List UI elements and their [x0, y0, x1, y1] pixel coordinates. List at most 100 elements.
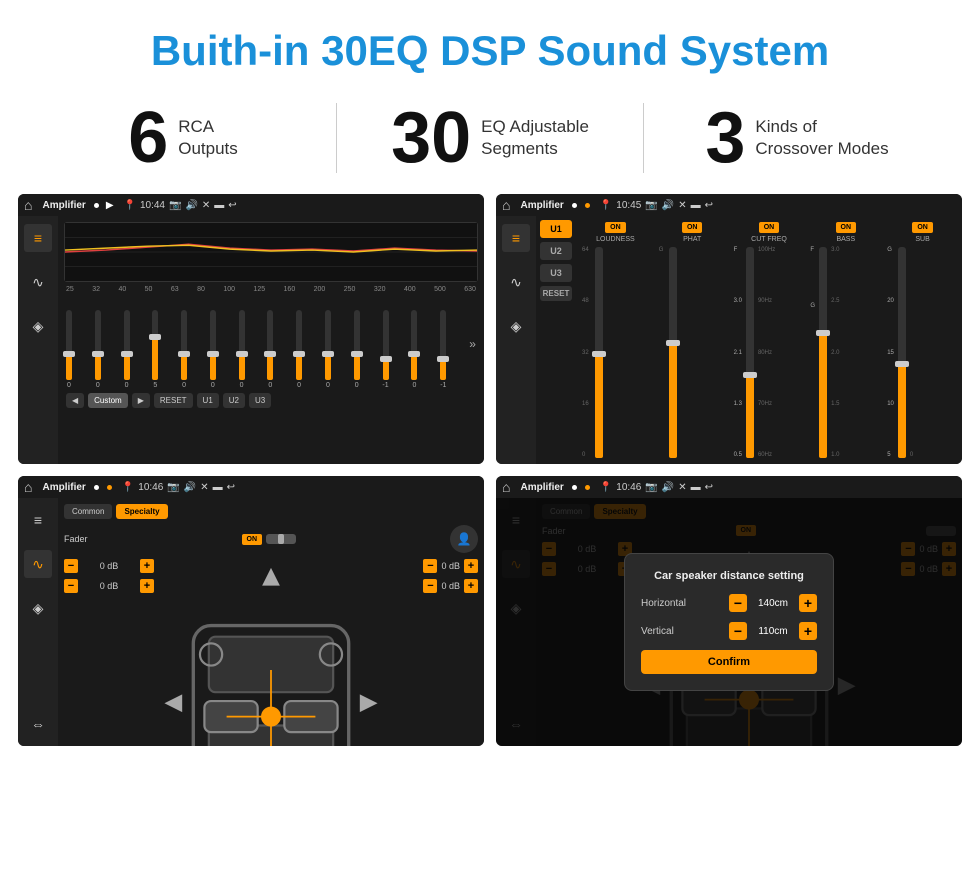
slider-thumb-9[interactable] — [322, 351, 334, 357]
eq-slider-8[interactable]: 0 — [296, 310, 302, 389]
fader-car-diagram — [160, 559, 382, 746]
eq-slider-10[interactable]: 0 — [354, 310, 360, 389]
plus-fr[interactable]: + — [464, 559, 478, 573]
cutfreq-thumb[interactable] — [743, 372, 757, 378]
bass-slider[interactable] — [819, 247, 827, 458]
xover-sidebar-speaker[interactable]: ◈ — [502, 312, 530, 340]
preset-u1[interactable]: U1 — [540, 220, 572, 238]
eq-slider-2[interactable]: 0 — [124, 310, 130, 389]
eq-slider-11[interactable]: -1 — [382, 310, 388, 389]
eq-slider-12[interactable]: 0 — [411, 310, 417, 389]
cutfreq-label: CUT FREQ — [751, 236, 787, 243]
eq-slider-0[interactable]: 0 — [66, 310, 72, 389]
eq-val-6: 0 — [240, 382, 244, 389]
eq-slider-5[interactable]: 0 — [210, 310, 216, 389]
phat-slider[interactable] — [669, 247, 677, 458]
sub-toggle[interactable]: ON — [912, 222, 933, 233]
minus-fl[interactable]: − — [64, 559, 78, 573]
bass-fill — [819, 332, 827, 459]
slider-fill-2 — [124, 356, 130, 381]
vertical-plus-btn[interactable]: + — [799, 622, 817, 640]
slider-thumb-0[interactable] — [63, 351, 75, 357]
amplifier-title-1: Amplifier — [42, 200, 85, 211]
phat-toggle[interactable]: ON — [682, 222, 703, 233]
eq-bottom-bar: ◀ Custom ▶ RESET U1 U2 U3 — [64, 389, 478, 408]
eq-slider-3[interactable]: 5 — [152, 310, 158, 389]
horizontal-minus-btn[interactable]: − — [729, 594, 747, 612]
slider-fill-0 — [66, 356, 72, 381]
eq-slider-13[interactable]: -1 — [440, 310, 446, 389]
status-bar-4: ⌂ Amplifier 📍 10:46 📷 🔊 ✕ ▬ ↩ — [496, 476, 962, 498]
x-icon-3: ✕ — [200, 482, 208, 493]
fader-on-toggle[interactable]: ON — [242, 534, 263, 545]
fader-user-icon[interactable]: 👤 — [450, 525, 478, 553]
cutfreq-slider[interactable] — [746, 247, 754, 458]
eq-slider-7[interactable]: 0 — [267, 310, 273, 389]
slider-thumb-12[interactable] — [408, 351, 420, 357]
eq-sidebar-speaker[interactable]: ◈ — [24, 312, 52, 340]
slider-thumb-1[interactable] — [92, 351, 104, 357]
back-icon-1: ↩ — [228, 200, 236, 211]
fader-slider-mini[interactable] — [266, 534, 296, 544]
eq-slider-9[interactable]: 0 — [325, 310, 331, 389]
vertical-minus-btn[interactable]: − — [729, 622, 747, 640]
preset-u3[interactable]: U3 — [540, 264, 572, 282]
minus-fr[interactable]: − — [423, 559, 437, 573]
fader-sidebar-wave[interactable]: ∿ — [24, 550, 52, 578]
bass-thumb[interactable] — [816, 330, 830, 336]
eq-reset-btn[interactable]: RESET — [154, 393, 193, 408]
eq-play-btn[interactable]: ▶ — [132, 393, 150, 408]
loudness-slider[interactable] — [595, 247, 603, 458]
loudness-toggle[interactable]: ON — [605, 222, 626, 233]
loudness-label: LOUDNESS — [596, 236, 635, 243]
bass-toggle[interactable]: ON — [836, 222, 857, 233]
eq-custom-btn[interactable]: Custom — [88, 393, 128, 408]
eq-slider-1[interactable]: 0 — [95, 310, 101, 389]
slider-track-7 — [267, 310, 273, 380]
slider-thumb-3[interactable] — [149, 334, 161, 340]
fader-sidebar-speaker[interactable]: ◈ — [24, 594, 52, 622]
slider-thumb-11[interactable] — [380, 356, 392, 362]
eq-slider-6[interactable]: 0 — [239, 310, 245, 389]
minus-rl[interactable]: − — [64, 579, 78, 593]
eq-prev-btn[interactable]: ◀ — [66, 393, 84, 408]
loudness-thumb[interactable] — [592, 351, 606, 357]
horizontal-plus-btn[interactable]: + — [799, 594, 817, 612]
plus-rl[interactable]: + — [140, 579, 154, 593]
plus-fl[interactable]: + — [140, 559, 154, 573]
xover-sidebar-wave[interactable]: ∿ — [502, 268, 530, 296]
slider-thumb-6[interactable] — [236, 351, 248, 357]
plus-rr[interactable]: + — [464, 579, 478, 593]
fader-sidebar-eq[interactable]: ≡ — [24, 506, 52, 534]
confirm-button[interactable]: Confirm — [641, 650, 817, 674]
eq-sidebar-icon-active[interactable]: ≡ — [24, 224, 52, 252]
divider-2 — [643, 103, 644, 173]
slider-thumb-8[interactable] — [293, 351, 305, 357]
eq-sidebar-wave[interactable]: ∿ — [24, 268, 52, 296]
slider-thumb-2[interactable] — [121, 351, 133, 357]
slider-thumb-7[interactable] — [264, 351, 276, 357]
eq-u2-btn[interactable]: U2 — [223, 393, 245, 408]
preset-u2[interactable]: U2 — [540, 242, 572, 260]
fader-sidebar-arrows[interactable]: ⇔ — [24, 710, 52, 738]
freq-200: 200 — [314, 286, 326, 293]
slider-thumb-5[interactable] — [207, 351, 219, 357]
eq-slider-4[interactable]: 0 — [181, 310, 187, 389]
slider-thumb-10[interactable] — [351, 351, 363, 357]
cutfreq-toggle[interactable]: ON — [759, 222, 780, 233]
sub-thumb[interactable] — [895, 361, 909, 367]
eq-val-9: 0 — [326, 382, 330, 389]
eq-u1-btn[interactable]: U1 — [197, 393, 219, 408]
eq-u3-btn[interactable]: U3 — [249, 393, 271, 408]
preset-reset[interactable]: RESET — [540, 286, 572, 301]
eq-more-icon[interactable]: » — [469, 337, 476, 351]
slider-thumb-4[interactable] — [178, 351, 190, 357]
tab-common[interactable]: Common — [64, 504, 112, 519]
slider-thumb-13[interactable] — [437, 356, 449, 362]
eq-val-2: 0 — [125, 382, 129, 389]
xover-sidebar-eq[interactable]: ≡ — [502, 224, 530, 252]
phat-thumb[interactable] — [666, 340, 680, 346]
sub-slider[interactable] — [898, 247, 906, 458]
tab-specialty[interactable]: Specialty — [116, 504, 167, 519]
minus-rr[interactable]: − — [423, 579, 437, 593]
